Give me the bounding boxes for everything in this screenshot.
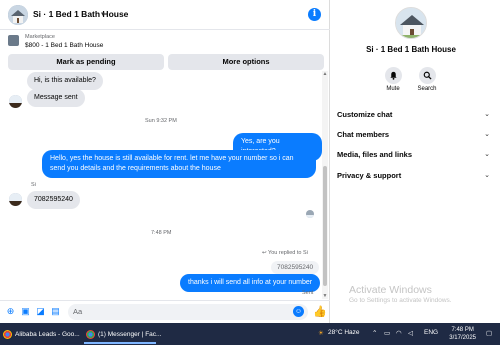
scroll-up-arrow[interactable]: ▲ — [322, 71, 328, 77]
chat-members-item[interactable]: Chat members ⌄ — [337, 127, 492, 141]
message-composer: ⊕ ▣ ◪ ▤ Aa ☺ 👍 — [0, 300, 330, 322]
mark-as-pending-button[interactable]: Mark as pending — [8, 54, 164, 70]
chat-info-panel: Si · 1 Bed 1 Bath House Mute Search Cust… — [331, 0, 500, 323]
gif-icon[interactable]: ▤ — [50, 306, 61, 317]
incoming-message[interactable]: Message sent — [27, 89, 85, 107]
sticker-icon[interactable]: ◪ — [35, 306, 46, 317]
message-status: Sent — [302, 290, 314, 296]
seen-avatar — [306, 210, 314, 218]
activate-windows-subtext: Go to Settings to activate Windows. — [349, 297, 452, 304]
contact-avatar-large[interactable] — [395, 7, 427, 39]
listing-thumbnail — [8, 35, 19, 46]
marketplace-label: Marketplace — [25, 34, 55, 40]
chrome-icon — [86, 329, 95, 339]
message-input[interactable]: Aa ☺ — [68, 304, 308, 320]
message-list: Hi, is this available? Message sent Sun … — [0, 71, 322, 299]
reply-label-text: You replied to Si — [268, 250, 308, 256]
windows-taskbar: Alibaba Leads - Goo... (1) Messenger | F… — [0, 323, 500, 345]
privacy-support-label: Privacy & support — [337, 171, 402, 180]
reply-quote[interactable]: 7082595240 — [271, 261, 320, 274]
wifi-icon[interactable]: ◠ — [396, 329, 402, 337]
chevron-down-icon: ⌄ — [484, 111, 490, 118]
sender-name: Si — [31, 182, 36, 188]
contact-avatar[interactable] — [8, 5, 28, 25]
taskbar-app-messenger-label: (1) Messenger | Fac... — [98, 330, 162, 338]
message-timestamp: Sun 9:32 PM — [145, 118, 177, 124]
input-language[interactable]: ENG — [424, 329, 438, 336]
message-timestamp: 7:48 PM — [151, 230, 172, 236]
incoming-message[interactable]: Hi, is this available? — [27, 72, 103, 90]
marketplace-actions: Mark as pending More options — [8, 54, 324, 70]
customize-chat-item[interactable]: Customize chat ⌄ — [337, 107, 492, 121]
sender-avatar[interactable] — [9, 95, 22, 108]
media-files-links-label: Media, files and links — [337, 150, 413, 159]
screen: Si · 1 Bed 1 Bath House ▾ i Marketplace … — [0, 0, 500, 345]
bell-icon — [384, 67, 402, 84]
volume-icon[interactable]: ◁ — [408, 329, 413, 337]
chrome-icon — [3, 329, 12, 339]
chevron-down-icon: ⌄ — [484, 172, 490, 179]
contact-name: Si · 1 Bed 1 Bath House — [366, 45, 456, 54]
outgoing-message[interactable]: Hello, yes the house is still available … — [42, 150, 316, 178]
clock-time: 7:48 PM — [451, 327, 474, 333]
chat-header: Si · 1 Bed 1 Bath House ▾ i — [0, 0, 330, 30]
image-icon[interactable]: ▣ — [20, 306, 31, 317]
emoji-icon[interactable]: ☺ — [293, 306, 304, 317]
chevron-down-icon: ⌄ — [484, 151, 490, 158]
listing-title: $800 - 1 Bed 1 Bath House — [25, 42, 104, 49]
message-scrollbar[interactable]: ▲ ▼ — [322, 71, 328, 299]
reply-label: ↩ You replied to Si — [262, 250, 308, 256]
customize-chat-label: Customize chat — [337, 110, 393, 119]
message-input-placeholder: Aa — [73, 307, 83, 316]
chevron-down-icon: ⌄ — [484, 131, 490, 138]
taskbar-app-alibaba[interactable]: Alibaba Leads - Goo... — [3, 326, 80, 342]
chat-pane: Si · 1 Bed 1 Bath House ▾ i Marketplace … — [0, 0, 330, 323]
info-icon[interactable]: i — [308, 8, 321, 21]
network-icon[interactable]: ▭ — [384, 329, 390, 337]
chat-title[interactable]: Si · 1 Bed 1 Bath House — [33, 9, 128, 19]
incoming-message[interactable]: 7082595240 — [27, 191, 80, 209]
notification-icon[interactable]: ▢ — [486, 329, 492, 337]
active-task-indicator — [84, 342, 156, 344]
chat-members-label: Chat members — [337, 130, 390, 139]
weather-icon[interactable]: ☀ — [318, 329, 324, 337]
marketplace-item[interactable]: Marketplace $800 - 1 Bed 1 Bath House — [0, 31, 330, 53]
search-button[interactable]: Search — [407, 67, 447, 92]
more-options-button[interactable]: More options — [168, 54, 324, 70]
chevron-down-icon[interactable]: ▾ — [101, 10, 105, 18]
thumbs-up-icon[interactable]: 👍 — [313, 305, 327, 318]
system-clock[interactable]: 7:48 PM 3/17/2025 — [449, 326, 476, 342]
taskbar-app-alibaba-label: Alibaba Leads - Goo... — [15, 330, 80, 338]
tray-overflow-icon[interactable]: ⌃ — [372, 329, 377, 337]
weather-text[interactable]: 28°C Haze — [328, 329, 360, 336]
privacy-support-item[interactable]: Privacy & support ⌄ — [337, 168, 492, 182]
outgoing-message[interactable]: thanks i will send all info at your numb… — [180, 274, 321, 292]
scroll-down-arrow[interactable]: ▼ — [322, 293, 328, 299]
sender-avatar[interactable] — [9, 193, 22, 206]
search-icon — [418, 67, 436, 84]
activate-windows-watermark: Activate Windows — [349, 284, 432, 296]
clock-date: 3/17/2025 — [449, 335, 476, 341]
media-files-links-item[interactable]: Media, files and links ⌄ — [337, 147, 492, 161]
plus-icon[interactable]: ⊕ — [5, 306, 16, 317]
taskbar-app-messenger[interactable]: (1) Messenger | Fac... — [86, 326, 161, 342]
scroll-thumb[interactable] — [323, 166, 327, 286]
search-label: Search — [417, 86, 437, 92]
